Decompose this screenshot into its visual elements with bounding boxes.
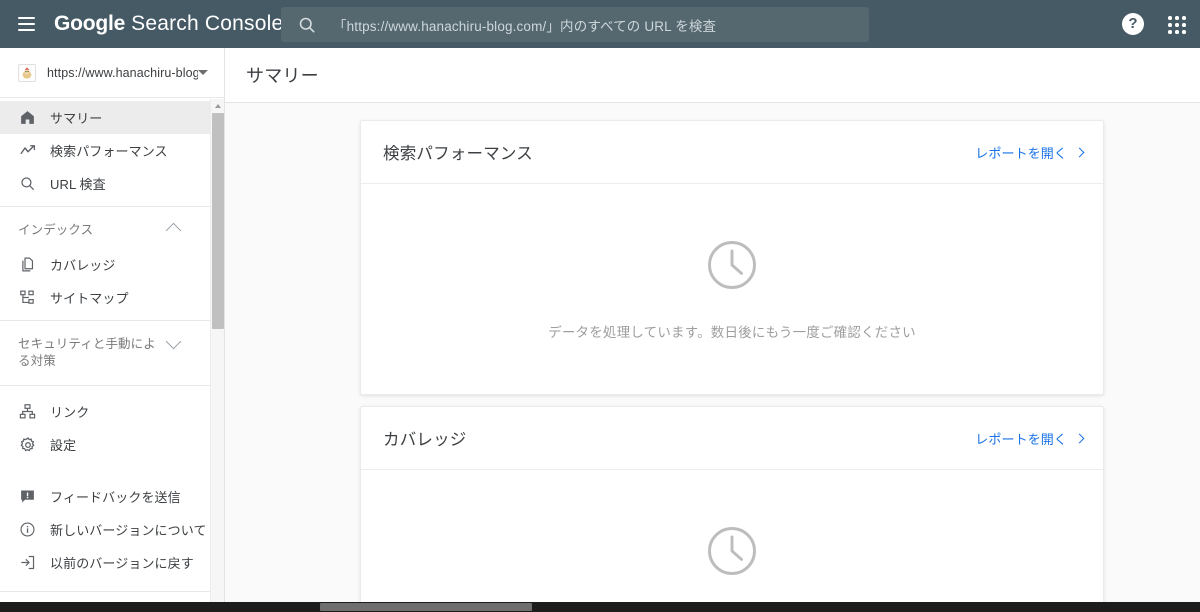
sidebar-section-label: セキュリティと手動による対策 bbox=[18, 337, 156, 368]
brand-product: Search Console bbox=[131, 12, 284, 35]
window-horizontal-scrollbar-thumb[interactable] bbox=[320, 603, 532, 611]
links-icon bbox=[18, 402, 37, 421]
clock-icon bbox=[705, 238, 759, 297]
open-report-label: レポートを開く bbox=[975, 145, 1067, 161]
brand-google: Google bbox=[54, 12, 126, 35]
site-favicon bbox=[18, 63, 36, 82]
scroll-up-arrow-icon[interactable] bbox=[211, 99, 224, 112]
property-name: https://www.hanachiru-blog.c… bbox=[47, 65, 198, 80]
sidebar-item-label: リンク bbox=[50, 405, 90, 420]
card-title: カバレッジ bbox=[383, 431, 467, 449]
search-icon bbox=[18, 174, 37, 193]
search-icon bbox=[299, 17, 315, 32]
url-inspection-search-bar[interactable]: 「https://www.hanachiru-blog.com/」内のすべての … bbox=[281, 7, 869, 42]
page-title: サマリー bbox=[246, 66, 319, 86]
sidebar-item-label: 新しいバージョンについて bbox=[50, 523, 207, 538]
help-icon[interactable]: ? bbox=[1122, 13, 1144, 35]
open-report-link[interactable]: レポートを開く bbox=[975, 143, 1085, 162]
chevron-right-icon bbox=[1074, 433, 1085, 443]
card-search-performance: 検索パフォーマンス レポートを開く データを処理しています。数日後にもう一度ご確… bbox=[360, 120, 1104, 395]
sidebar-item-label: フィードバックを送信 bbox=[50, 490, 181, 505]
empty-state-message: データを処理しています。数日後にもう一度ご確認ください bbox=[548, 325, 916, 340]
card-coverage: カバレッジ レポートを開く データを処理しています。数日後にもう一度ご確認くださ… bbox=[360, 406, 1104, 606]
sidebar-item-coverage[interactable]: カバレッジ bbox=[0, 248, 224, 281]
sidebar-item-label: 設定 bbox=[50, 438, 77, 453]
chevron-right-icon bbox=[1074, 147, 1085, 157]
sidebar-item-sitemaps[interactable]: サイトマップ bbox=[0, 281, 224, 314]
sitemap-icon bbox=[18, 288, 37, 307]
window-horizontal-scrollbar[interactable] bbox=[0, 602, 1200, 612]
open-report-link[interactable]: レポートを開く bbox=[975, 429, 1085, 448]
feedback-icon bbox=[18, 487, 37, 506]
sidebar: https://www.hanachiru-blog.c… サマリー bbox=[0, 48, 225, 612]
sidebar-scrollbar[interactable] bbox=[210, 99, 224, 612]
app-header: Google Search Console 「https://www.hanac… bbox=[0, 0, 1200, 48]
pages-copy-icon bbox=[18, 255, 37, 274]
sidebar-item-summary[interactable]: サマリー bbox=[0, 101, 224, 134]
help-icon-glyph: ? bbox=[1128, 15, 1138, 32]
sidebar-section-label: インデックス bbox=[18, 223, 94, 237]
content-topbar: サマリー bbox=[225, 48, 1200, 103]
apps-grid-icon[interactable] bbox=[1166, 14, 1188, 36]
chevron-up-icon[interactable] bbox=[165, 222, 182, 239]
sidebar-item-label: 検索パフォーマンス bbox=[50, 144, 168, 159]
sidebar-item-about-new-version[interactable]: 新しいバージョンについて bbox=[0, 513, 224, 546]
hamburger-menu-icon[interactable] bbox=[2, 0, 50, 48]
trending-up-icon bbox=[18, 141, 37, 160]
card-header: カバレッジ レポートを開く bbox=[361, 407, 1103, 470]
sidebar-item-search-performance[interactable]: 検索パフォーマンス bbox=[0, 134, 224, 167]
sidebar-item-send-feedback[interactable]: フィードバックを送信 bbox=[0, 480, 224, 513]
sidebar-index-group: インデックス カバレッジ サイトマップ bbox=[0, 207, 224, 320]
exit-icon bbox=[18, 553, 37, 572]
sidebar-item-back-to-old-version[interactable]: 以前のバージョンに戻す bbox=[0, 546, 224, 579]
info-icon bbox=[18, 520, 37, 539]
sidebar-support-group: フィードバックを送信 新しいバージョンについて 以前のバージョンに戻す bbox=[0, 470, 224, 585]
sidebar-scrollbar-thumb[interactable] bbox=[212, 113, 224, 329]
card-title: 検索パフォーマンス bbox=[383, 145, 533, 163]
chevron-down-icon[interactable] bbox=[165, 333, 182, 350]
sidebar-item-url-inspection[interactable]: URL 検査 bbox=[0, 167, 224, 200]
sidebar-item-label: カバレッジ bbox=[50, 258, 116, 273]
sidebar-tools-group: リンク 設定 bbox=[0, 386, 224, 470]
caret-down-icon[interactable] bbox=[198, 70, 208, 75]
sidebar-item-label: 以前のバージョンに戻す bbox=[50, 556, 194, 571]
sidebar-item-links[interactable]: リンク bbox=[0, 395, 224, 428]
sidebar-item-label: サマリー bbox=[50, 111, 103, 126]
clock-icon bbox=[705, 524, 759, 583]
card-empty-state: データを処理しています。数日後にもう一度ご確認ください bbox=[361, 470, 1103, 606]
card-header: 検索パフォーマンス レポートを開く bbox=[361, 121, 1103, 184]
home-icon bbox=[18, 108, 37, 127]
sidebar-section-index[interactable]: インデックス bbox=[0, 213, 224, 248]
gear-icon bbox=[18, 435, 37, 454]
sidebar-item-label: サイトマップ bbox=[50, 291, 129, 306]
sidebar-nav: サマリー 検索パフォーマンス URL 検査 インデックス カバレッジ サイトマッ… bbox=[0, 99, 224, 612]
app-brand: Google Search Console bbox=[54, 12, 283, 36]
sidebar-item-settings[interactable]: 設定 bbox=[0, 428, 224, 461]
sidebar-section-security[interactable]: セキュリティと手動による対策 bbox=[0, 327, 224, 379]
card-empty-state: データを処理しています。数日後にもう一度ご確認ください bbox=[361, 184, 1103, 395]
open-report-label: レポートを開く bbox=[975, 431, 1067, 447]
sidebar-security-group: セキュリティと手動による対策 bbox=[0, 321, 224, 385]
property-selector[interactable]: https://www.hanachiru-blog.c… bbox=[0, 48, 224, 98]
sidebar-primary-group: サマリー 検索パフォーマンス URL 検査 bbox=[0, 99, 224, 206]
search-input[interactable]: 「https://www.hanachiru-blog.com/」内のすべての … bbox=[333, 15, 716, 35]
main-content: 検索パフォーマンス レポートを開く データを処理しています。数日後にもう一度ご確… bbox=[226, 104, 1200, 606]
sidebar-item-label: URL 検査 bbox=[50, 177, 106, 192]
